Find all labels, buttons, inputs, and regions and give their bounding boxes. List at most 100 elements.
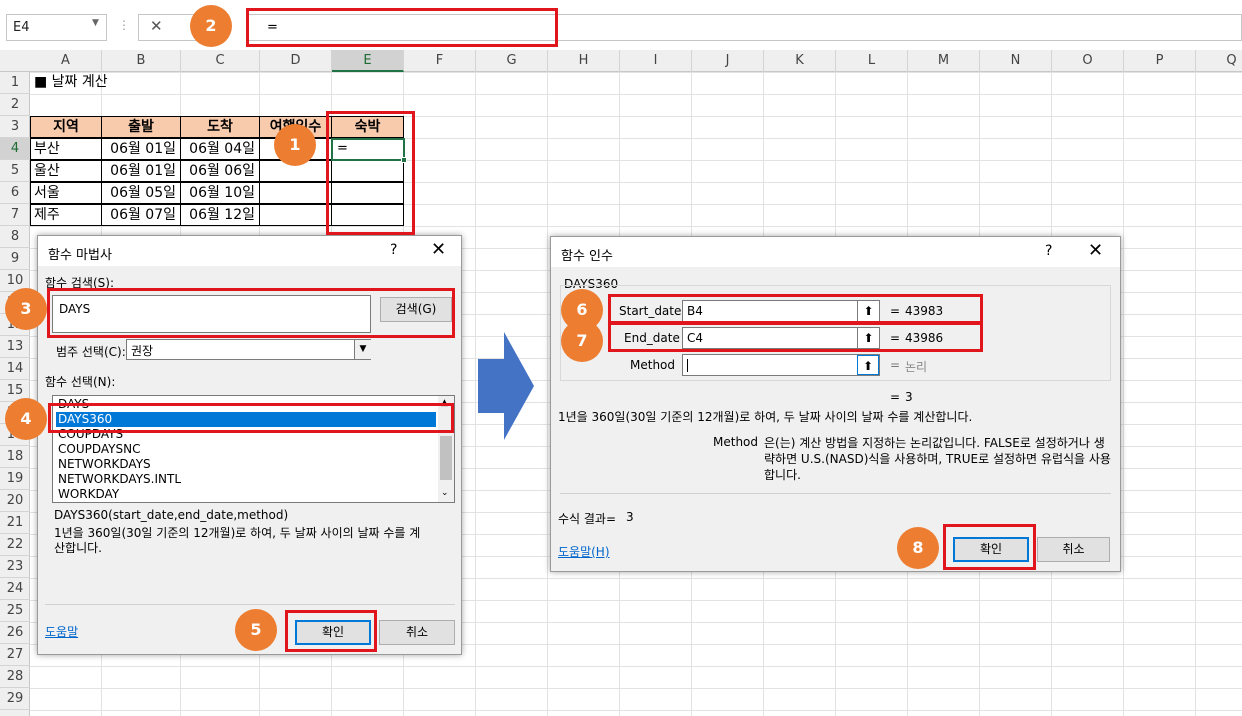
column-header-i[interactable]: I — [620, 50, 692, 72]
column-header-j[interactable]: J — [692, 50, 764, 72]
table-cell[interactable]: 06월 01일 — [101, 160, 181, 182]
method-input[interactable] — [682, 354, 880, 376]
column-header-f[interactable]: F — [404, 50, 476, 72]
help-link[interactable]: 도움말 — [45, 623, 78, 640]
column-header-l[interactable]: L — [836, 50, 908, 72]
search-button[interactable]: 검색(G) — [380, 297, 452, 322]
end-date-input[interactable]: C4 — [682, 327, 880, 349]
row-header-19[interactable]: 19 — [0, 468, 30, 490]
cancel-button[interactable]: 취소 — [1037, 537, 1110, 562]
table-cell[interactable]: 06월 06일 — [180, 160, 260, 182]
list-item[interactable]: COUPDAYSNC — [56, 442, 436, 457]
table-cell[interactable]: 06월 01일 — [101, 138, 181, 160]
close-icon[interactable]: ✕ — [1088, 240, 1103, 261]
function-search-input[interactable]: DAYS — [52, 295, 371, 333]
start-date-input[interactable]: B4 — [682, 300, 880, 322]
list-item[interactable]: NETWORKDAYS.INTL — [56, 472, 436, 487]
row-header-2[interactable]: 2 — [0, 94, 30, 116]
column-header-h[interactable]: H — [548, 50, 620, 72]
table-cell[interactable]: 부산 — [30, 138, 102, 160]
column-header-o[interactable]: O — [1052, 50, 1124, 72]
chevron-down-icon[interactable]: ⌄ — [441, 488, 449, 498]
table-cell[interactable] — [331, 182, 404, 204]
header-stay[interactable]: 숙박 — [331, 116, 404, 138]
active-cell[interactable]: = — [331, 138, 405, 161]
row-header-21[interactable]: 21 — [0, 512, 30, 534]
column-header-d[interactable]: D — [260, 50, 332, 72]
row-header-26[interactable]: 26 — [0, 622, 30, 644]
header-depart[interactable]: 출발 — [101, 116, 181, 138]
cancel-button[interactable]: 취소 — [379, 620, 455, 645]
function-listbox[interactable]: DAYS DAYS360 COUPDAYS COUPDAYSNC NETWORK… — [52, 395, 455, 503]
column-header-a[interactable]: A — [30, 50, 102, 72]
column-header-g[interactable]: G — [476, 50, 548, 72]
header-arrive[interactable]: 도착 — [180, 116, 260, 138]
help-icon[interactable]: ? — [390, 242, 397, 258]
table-cell[interactable]: 서울 — [30, 182, 102, 204]
chevron-down-icon[interactable]: ▼ — [92, 18, 99, 28]
table-cell[interactable] — [331, 204, 404, 226]
help-icon[interactable]: ? — [1045, 243, 1052, 259]
collapse-ref-icon[interactable]: ⬆ — [857, 328, 879, 348]
function-description: 1년을 360일(30일 기준의 12개월)로 하여, 두 날짜 사이의 날짜 … — [54, 526, 421, 555]
row-header-23[interactable]: 23 — [0, 556, 30, 578]
ok-button[interactable]: 확인 — [953, 537, 1029, 562]
cancel-icon[interactable]: ✕ — [150, 17, 163, 35]
category-select[interactable]: 권장 — [126, 339, 371, 360]
table-cell[interactable]: 울산 — [30, 160, 102, 182]
row-header-5[interactable]: 5 — [0, 160, 30, 182]
table-cell[interactable] — [259, 204, 332, 226]
row-header-24[interactable]: 24 — [0, 578, 30, 600]
row-header-18[interactable]: 18 — [0, 446, 30, 468]
table-cell[interactable]: 06월 12일 — [180, 204, 260, 226]
row-header-22[interactable]: 22 — [0, 534, 30, 556]
ok-button[interactable]: 확인 — [295, 620, 371, 645]
sheet-title[interactable]: ■ 날짜 계산 — [31, 72, 231, 94]
list-item[interactable]: WORKDAY — [56, 487, 436, 502]
column-header-k[interactable]: K — [764, 50, 836, 72]
column-header-n[interactable]: N — [980, 50, 1052, 72]
collapse-ref-icon[interactable]: ⬆ — [857, 301, 879, 321]
help-link[interactable]: 도움말(H) — [558, 543, 610, 560]
table-cell[interactable] — [331, 160, 404, 182]
row-header-14[interactable]: 14 — [0, 358, 30, 380]
row-header-7[interactable]: 7 — [0, 204, 30, 226]
row-header-25[interactable]: 25 — [0, 600, 30, 622]
row-header-8[interactable]: 8 — [0, 226, 30, 248]
table-cell[interactable]: 06월 07일 — [101, 204, 181, 226]
table-cell[interactable]: 제주 — [30, 204, 102, 226]
row-header-20[interactable]: 20 — [0, 490, 30, 512]
row-header-4[interactable]: 4 — [0, 138, 30, 160]
scrollbar-thumb[interactable] — [440, 436, 452, 480]
list-item[interactable]: COUPDAYS — [56, 427, 436, 442]
table-cell[interactable]: 06월 04일 — [180, 138, 260, 160]
chevron-down-icon[interactable]: ▼ — [354, 340, 371, 359]
formula-input[interactable]: = — [248, 14, 1242, 41]
chevron-up-icon[interactable]: ▲ — [441, 398, 448, 408]
row-header-13[interactable]: 13 — [0, 336, 30, 358]
column-header-c[interactable]: C — [181, 50, 260, 72]
fill-handle[interactable] — [401, 157, 407, 163]
column-header-p[interactable]: P — [1124, 50, 1196, 72]
row-header-28[interactable]: 28 — [0, 666, 30, 688]
row-header-6[interactable]: 6 — [0, 182, 30, 204]
row-header-9[interactable]: 9 — [0, 248, 30, 270]
scrollbar[interactable]: ▲ ⌄ — [438, 396, 454, 502]
table-cell[interactable] — [259, 182, 332, 204]
table-cell[interactable]: 06월 10일 — [180, 182, 260, 204]
list-item-selected[interactable]: DAYS360 — [56, 412, 436, 427]
collapse-ref-icon[interactable]: ⬆ — [857, 355, 879, 375]
list-item[interactable]: DAYS — [56, 397, 436, 412]
header-region[interactable]: 지역 — [30, 116, 102, 138]
column-header-e[interactable]: E — [332, 50, 404, 72]
row-header-1[interactable]: 1 — [0, 72, 30, 94]
column-header-m[interactable]: M — [908, 50, 980, 72]
column-header-q[interactable]: Q — [1196, 50, 1242, 72]
row-header-3[interactable]: 3 — [0, 116, 30, 138]
row-header-27[interactable]: 27 — [0, 644, 30, 666]
column-header-b[interactable]: B — [102, 50, 181, 72]
table-cell[interactable]: 06월 05일 — [101, 182, 181, 204]
list-item[interactable]: NETWORKDAYS — [56, 457, 436, 472]
row-header-29[interactable]: 29 — [0, 688, 30, 710]
close-icon[interactable]: ✕ — [431, 239, 446, 260]
